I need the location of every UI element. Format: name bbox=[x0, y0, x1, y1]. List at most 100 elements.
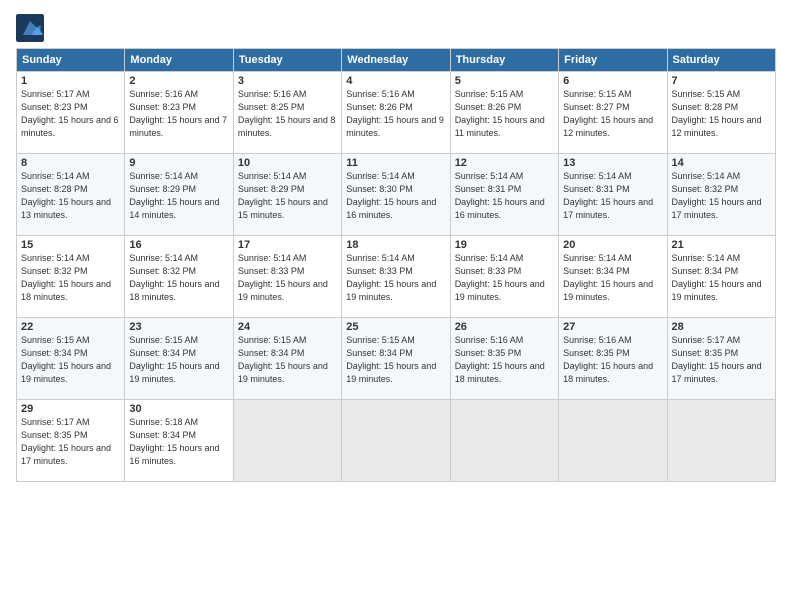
day-number: 7 bbox=[672, 75, 771, 87]
day-number: 25 bbox=[346, 321, 445, 333]
day-number: 23 bbox=[129, 321, 228, 333]
day-info: Sunrise: 5:14 AMSunset: 8:29 PMDaylight:… bbox=[238, 170, 337, 222]
day-number: 6 bbox=[563, 75, 662, 87]
day-cell: 27Sunrise: 5:16 AMSunset: 8:35 PMDayligh… bbox=[559, 318, 667, 400]
logo-icon bbox=[16, 14, 44, 42]
day-cell bbox=[450, 400, 558, 482]
day-cell: 8Sunrise: 5:14 AMSunset: 8:28 PMDaylight… bbox=[17, 154, 125, 236]
day-cell: 24Sunrise: 5:15 AMSunset: 8:34 PMDayligh… bbox=[233, 318, 341, 400]
day-number: 28 bbox=[672, 321, 771, 333]
day-number: 9 bbox=[129, 157, 228, 169]
day-info: Sunrise: 5:16 AMSunset: 8:35 PMDaylight:… bbox=[455, 334, 554, 386]
day-number: 17 bbox=[238, 239, 337, 251]
day-info: Sunrise: 5:15 AMSunset: 8:34 PMDaylight:… bbox=[21, 334, 120, 386]
page: SundayMondayTuesdayWednesdayThursdayFrid… bbox=[0, 0, 792, 612]
week-row-5: 29Sunrise: 5:17 AMSunset: 8:35 PMDayligh… bbox=[17, 400, 776, 482]
day-number: 3 bbox=[238, 75, 337, 87]
day-info: Sunrise: 5:16 AMSunset: 8:23 PMDaylight:… bbox=[129, 88, 228, 140]
col-header-friday: Friday bbox=[559, 49, 667, 72]
col-header-wednesday: Wednesday bbox=[342, 49, 450, 72]
day-cell: 9Sunrise: 5:14 AMSunset: 8:29 PMDaylight… bbox=[125, 154, 233, 236]
day-cell: 14Sunrise: 5:14 AMSunset: 8:32 PMDayligh… bbox=[667, 154, 775, 236]
week-row-2: 8Sunrise: 5:14 AMSunset: 8:28 PMDaylight… bbox=[17, 154, 776, 236]
day-info: Sunrise: 5:17 AMSunset: 8:35 PMDaylight:… bbox=[21, 416, 120, 468]
day-number: 11 bbox=[346, 157, 445, 169]
day-number: 27 bbox=[563, 321, 662, 333]
day-cell: 20Sunrise: 5:14 AMSunset: 8:34 PMDayligh… bbox=[559, 236, 667, 318]
day-number: 18 bbox=[346, 239, 445, 251]
col-header-thursday: Thursday bbox=[450, 49, 558, 72]
day-number: 21 bbox=[672, 239, 771, 251]
day-number: 8 bbox=[21, 157, 120, 169]
day-info: Sunrise: 5:18 AMSunset: 8:34 PMDaylight:… bbox=[129, 416, 228, 468]
day-cell: 16Sunrise: 5:14 AMSunset: 8:32 PMDayligh… bbox=[125, 236, 233, 318]
day-cell bbox=[559, 400, 667, 482]
day-info: Sunrise: 5:16 AMSunset: 8:35 PMDaylight:… bbox=[563, 334, 662, 386]
day-info: Sunrise: 5:14 AMSunset: 8:32 PMDaylight:… bbox=[21, 252, 120, 304]
logo bbox=[16, 14, 48, 42]
day-number: 29 bbox=[21, 403, 120, 415]
day-info: Sunrise: 5:17 AMSunset: 8:23 PMDaylight:… bbox=[21, 88, 120, 140]
col-header-saturday: Saturday bbox=[667, 49, 775, 72]
day-info: Sunrise: 5:14 AMSunset: 8:31 PMDaylight:… bbox=[455, 170, 554, 222]
day-number: 5 bbox=[455, 75, 554, 87]
day-cell: 25Sunrise: 5:15 AMSunset: 8:34 PMDayligh… bbox=[342, 318, 450, 400]
day-info: Sunrise: 5:15 AMSunset: 8:26 PMDaylight:… bbox=[455, 88, 554, 140]
day-cell: 7Sunrise: 5:15 AMSunset: 8:28 PMDaylight… bbox=[667, 72, 775, 154]
day-info: Sunrise: 5:14 AMSunset: 8:33 PMDaylight:… bbox=[346, 252, 445, 304]
day-number: 2 bbox=[129, 75, 228, 87]
day-cell: 19Sunrise: 5:14 AMSunset: 8:33 PMDayligh… bbox=[450, 236, 558, 318]
day-info: Sunrise: 5:14 AMSunset: 8:31 PMDaylight:… bbox=[563, 170, 662, 222]
day-cell: 23Sunrise: 5:15 AMSunset: 8:34 PMDayligh… bbox=[125, 318, 233, 400]
day-info: Sunrise: 5:15 AMSunset: 8:34 PMDaylight:… bbox=[129, 334, 228, 386]
day-number: 20 bbox=[563, 239, 662, 251]
day-cell: 15Sunrise: 5:14 AMSunset: 8:32 PMDayligh… bbox=[17, 236, 125, 318]
day-number: 10 bbox=[238, 157, 337, 169]
col-header-sunday: Sunday bbox=[17, 49, 125, 72]
day-info: Sunrise: 5:14 AMSunset: 8:34 PMDaylight:… bbox=[563, 252, 662, 304]
day-info: Sunrise: 5:15 AMSunset: 8:34 PMDaylight:… bbox=[346, 334, 445, 386]
day-cell: 1Sunrise: 5:17 AMSunset: 8:23 PMDaylight… bbox=[17, 72, 125, 154]
day-cell: 26Sunrise: 5:16 AMSunset: 8:35 PMDayligh… bbox=[450, 318, 558, 400]
day-number: 30 bbox=[129, 403, 228, 415]
header-row: SundayMondayTuesdayWednesdayThursdayFrid… bbox=[17, 49, 776, 72]
day-cell: 2Sunrise: 5:16 AMSunset: 8:23 PMDaylight… bbox=[125, 72, 233, 154]
day-info: Sunrise: 5:14 AMSunset: 8:34 PMDaylight:… bbox=[672, 252, 771, 304]
day-cell: 18Sunrise: 5:14 AMSunset: 8:33 PMDayligh… bbox=[342, 236, 450, 318]
day-cell: 30Sunrise: 5:18 AMSunset: 8:34 PMDayligh… bbox=[125, 400, 233, 482]
day-cell: 28Sunrise: 5:17 AMSunset: 8:35 PMDayligh… bbox=[667, 318, 775, 400]
day-cell: 4Sunrise: 5:16 AMSunset: 8:26 PMDaylight… bbox=[342, 72, 450, 154]
day-info: Sunrise: 5:15 AMSunset: 8:28 PMDaylight:… bbox=[672, 88, 771, 140]
week-row-3: 15Sunrise: 5:14 AMSunset: 8:32 PMDayligh… bbox=[17, 236, 776, 318]
day-cell bbox=[342, 400, 450, 482]
day-cell: 29Sunrise: 5:17 AMSunset: 8:35 PMDayligh… bbox=[17, 400, 125, 482]
day-info: Sunrise: 5:16 AMSunset: 8:25 PMDaylight:… bbox=[238, 88, 337, 140]
day-cell: 11Sunrise: 5:14 AMSunset: 8:30 PMDayligh… bbox=[342, 154, 450, 236]
day-number: 19 bbox=[455, 239, 554, 251]
day-number: 16 bbox=[129, 239, 228, 251]
day-info: Sunrise: 5:14 AMSunset: 8:32 PMDaylight:… bbox=[672, 170, 771, 222]
day-cell: 17Sunrise: 5:14 AMSunset: 8:33 PMDayligh… bbox=[233, 236, 341, 318]
day-info: Sunrise: 5:15 AMSunset: 8:27 PMDaylight:… bbox=[563, 88, 662, 140]
col-header-tuesday: Tuesday bbox=[233, 49, 341, 72]
day-cell: 6Sunrise: 5:15 AMSunset: 8:27 PMDaylight… bbox=[559, 72, 667, 154]
day-info: Sunrise: 5:17 AMSunset: 8:35 PMDaylight:… bbox=[672, 334, 771, 386]
week-row-1: 1Sunrise: 5:17 AMSunset: 8:23 PMDaylight… bbox=[17, 72, 776, 154]
day-cell: 21Sunrise: 5:14 AMSunset: 8:34 PMDayligh… bbox=[667, 236, 775, 318]
header bbox=[16, 10, 776, 42]
day-info: Sunrise: 5:14 AMSunset: 8:33 PMDaylight:… bbox=[238, 252, 337, 304]
day-number: 24 bbox=[238, 321, 337, 333]
day-number: 13 bbox=[563, 157, 662, 169]
day-number: 14 bbox=[672, 157, 771, 169]
day-info: Sunrise: 5:16 AMSunset: 8:26 PMDaylight:… bbox=[346, 88, 445, 140]
day-number: 12 bbox=[455, 157, 554, 169]
day-number: 4 bbox=[346, 75, 445, 87]
day-cell bbox=[233, 400, 341, 482]
day-info: Sunrise: 5:14 AMSunset: 8:32 PMDaylight:… bbox=[129, 252, 228, 304]
day-cell: 5Sunrise: 5:15 AMSunset: 8:26 PMDaylight… bbox=[450, 72, 558, 154]
day-info: Sunrise: 5:15 AMSunset: 8:34 PMDaylight:… bbox=[238, 334, 337, 386]
calendar-table: SundayMondayTuesdayWednesdayThursdayFrid… bbox=[16, 48, 776, 482]
day-info: Sunrise: 5:14 AMSunset: 8:33 PMDaylight:… bbox=[455, 252, 554, 304]
day-number: 26 bbox=[455, 321, 554, 333]
week-row-4: 22Sunrise: 5:15 AMSunset: 8:34 PMDayligh… bbox=[17, 318, 776, 400]
